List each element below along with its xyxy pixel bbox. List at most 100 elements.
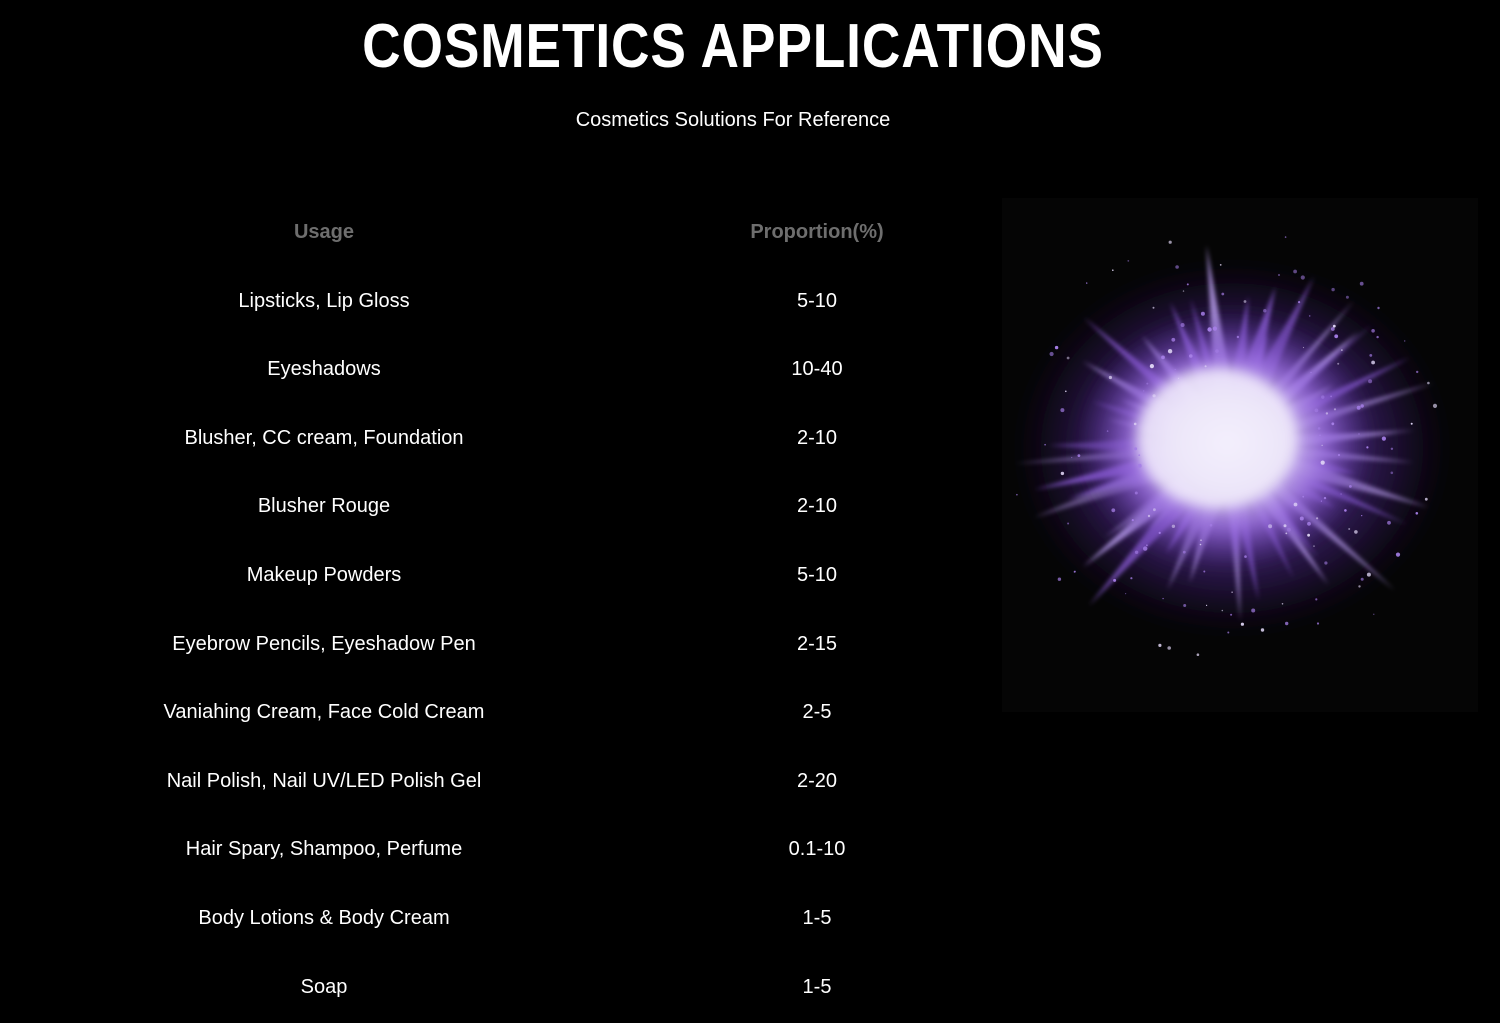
powder-speck — [1390, 471, 1394, 475]
powder-speck — [1158, 643, 1162, 647]
proportion-cell: 2-5 — [802, 701, 832, 724]
powder-speck — [1287, 527, 1291, 532]
powder-speck — [1337, 362, 1340, 365]
powder-speck — [1314, 408, 1319, 413]
powder-speck — [1221, 609, 1224, 612]
powder-speck — [1333, 408, 1337, 411]
powder-speck — [1344, 509, 1347, 512]
powder-speck — [1260, 628, 1265, 632]
powder-speck — [1200, 539, 1202, 541]
proportion-cell: 10-40 — [791, 358, 843, 381]
powder-speck — [1071, 456, 1073, 459]
powder-speck — [1293, 269, 1297, 274]
powder-speck — [1315, 598, 1318, 601]
powder-speck — [1302, 495, 1305, 498]
header-proportion: Proportion(%) — [750, 221, 884, 243]
powder-speck — [1244, 555, 1247, 558]
powder-speck — [1161, 355, 1165, 360]
powder-speck — [1152, 306, 1155, 309]
powder-speck — [1381, 436, 1386, 441]
powder-speck — [1147, 514, 1151, 518]
powder-speck — [1199, 543, 1202, 546]
table-header-row: Usage Proportion(%) — [0, 196, 1000, 264]
powder-speck — [1390, 447, 1394, 450]
powder-speck — [1125, 593, 1127, 595]
powder-speck — [1323, 496, 1327, 500]
powder-speck — [1152, 394, 1156, 398]
powder-speck — [1016, 493, 1018, 496]
proportion-cell: 2-10 — [796, 495, 838, 518]
powder-speck — [1212, 326, 1217, 331]
powder-speck — [1106, 430, 1109, 432]
powder-speck — [1341, 349, 1343, 351]
powder-speck — [1310, 371, 1312, 374]
powder-speck — [1284, 236, 1287, 238]
powder-speck — [1281, 603, 1284, 605]
table-row: Blusher, CC cream, Foundation 2-10 — [0, 402, 1000, 470]
powder-speck — [1162, 597, 1164, 600]
powder-speck — [1153, 508, 1156, 512]
purple-powder-explosion-image — [1002, 198, 1478, 712]
powder-speck — [1331, 287, 1335, 292]
powder-graphic — [1012, 236, 1452, 656]
powder-speck — [1143, 390, 1145, 392]
powder-speck — [1298, 301, 1301, 304]
powder-speck — [1321, 395, 1325, 399]
powder-speck — [1180, 323, 1185, 327]
page-subtitle: Cosmetics Solutions For Reference — [575, 109, 891, 131]
proportion-cell: 5-10 — [796, 289, 838, 312]
usage-cell: Blusher Rouge — [257, 495, 391, 518]
powder-speck — [1158, 531, 1161, 534]
powder-speck — [1177, 377, 1180, 379]
powder-speck — [1167, 646, 1171, 650]
proportion-cell: 0.1-10 — [788, 838, 846, 861]
powder-speck — [1373, 613, 1375, 615]
powder-speck — [1203, 570, 1206, 573]
powder-speck — [1127, 260, 1130, 262]
powder-speck — [1359, 281, 1364, 286]
powder-speck — [1345, 295, 1349, 299]
powder-speck — [1319, 434, 1321, 437]
table-row: Nail Polish, Nail UV/LED Polish Gel 2-20 — [0, 745, 1000, 813]
table-row: Hair Spary, Shampoo, Perfume 0.1-10 — [0, 813, 1000, 881]
powder-speck — [1073, 570, 1076, 573]
powder-speck — [1130, 577, 1133, 580]
powder-speck — [1066, 356, 1070, 360]
powder-speck — [1137, 463, 1142, 468]
header-usage: Usage — [293, 221, 355, 243]
powder-speck — [1131, 519, 1134, 522]
powder-speck — [1054, 345, 1059, 350]
powder-speck — [1189, 354, 1193, 358]
powder-speck — [1113, 578, 1117, 582]
proportion-cell: 2-20 — [796, 769, 838, 792]
powder-speck — [1376, 335, 1379, 339]
powder-speck — [1175, 265, 1179, 269]
powder-speck — [1183, 604, 1187, 607]
proportion-cell: 2-10 — [796, 426, 838, 449]
powder-speck — [1307, 521, 1311, 526]
page-title: COSMETICS APPLICATIONS — [362, 12, 1104, 81]
usage-cell: Blusher, CC cream, Foundation — [184, 426, 464, 449]
powder-speck — [1196, 653, 1200, 656]
powder-speck — [1371, 360, 1375, 365]
powder-speck — [1366, 572, 1371, 577]
powder-speck — [1316, 622, 1320, 625]
usage-cell: Body Lotions & Body Cream — [198, 907, 450, 929]
proportion-cell: 2-15 — [796, 632, 838, 655]
powder-speck — [1285, 621, 1289, 626]
powder-speck — [1251, 608, 1256, 613]
powder-speck — [1427, 381, 1430, 385]
powder-speck — [1227, 631, 1230, 634]
powder-speck — [1231, 591, 1233, 593]
usage-cell: Nail Polish, Nail UV/LED Polish Gel — [166, 769, 482, 792]
powder-speck — [1371, 329, 1375, 333]
powder-speck — [1134, 550, 1139, 554]
powder-speck — [1060, 471, 1065, 476]
proportion-cell: 1-5 — [802, 975, 832, 998]
powder-speck — [1263, 309, 1267, 313]
powder-speck — [1348, 528, 1351, 530]
powder-speck — [1299, 516, 1304, 521]
powder-speck — [1065, 390, 1067, 393]
powder-speck — [1112, 269, 1114, 271]
powder-speck — [1349, 485, 1352, 488]
